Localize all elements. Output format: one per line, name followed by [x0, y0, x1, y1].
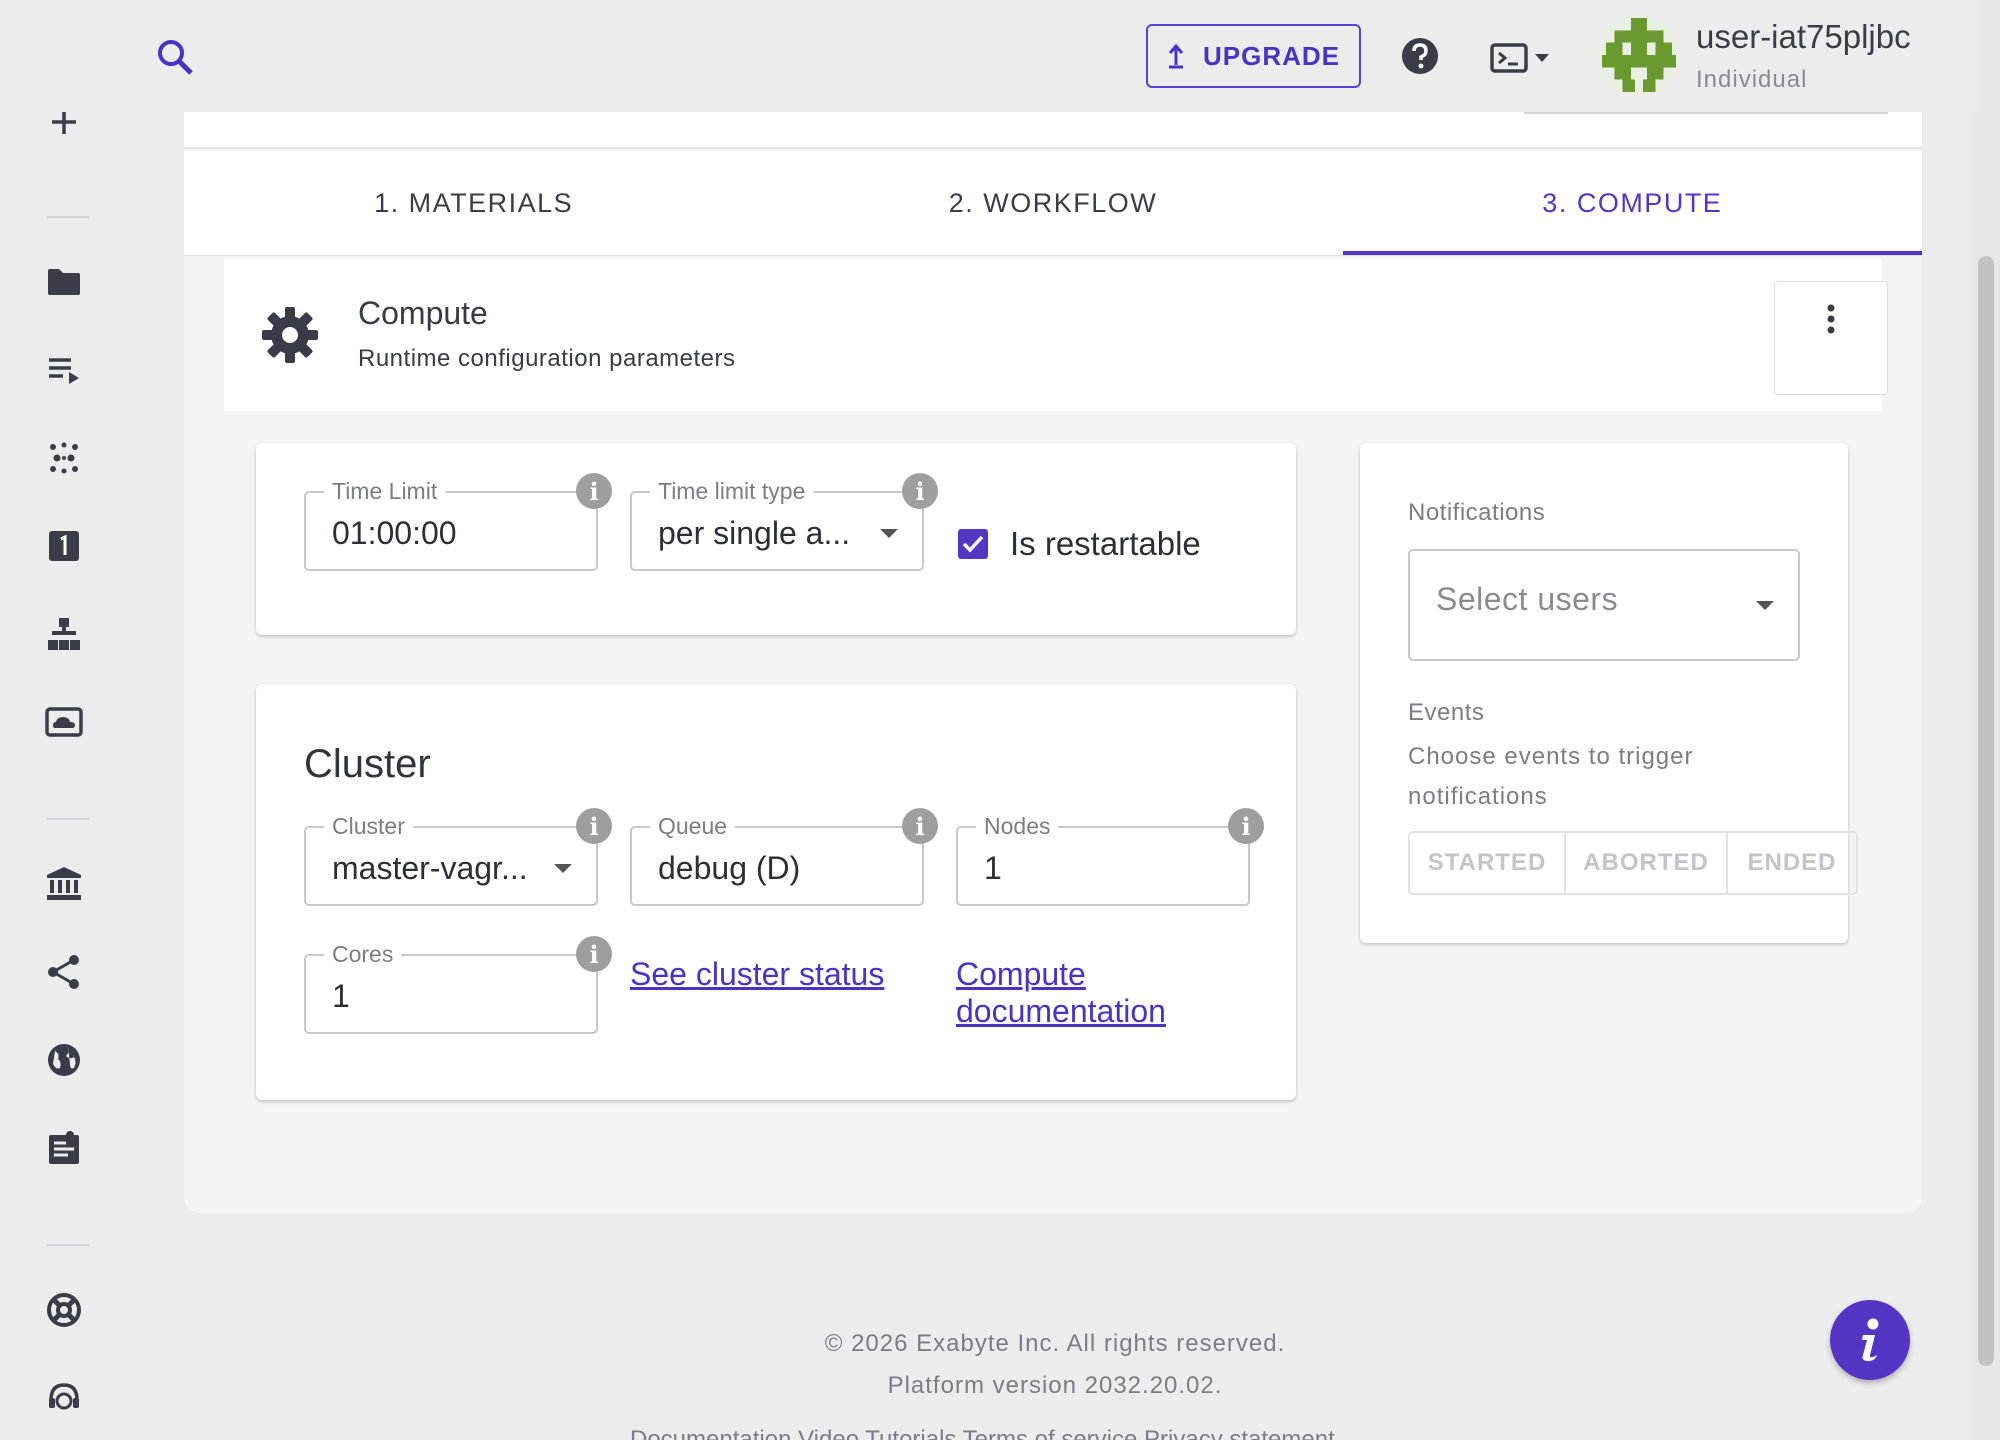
cloud-screen-icon[interactable] [40, 698, 88, 746]
time-limit-card: Time Limit 01:00:00 i Time limit type pe… [256, 443, 1296, 635]
is-restartable-checkbox[interactable] [958, 529, 988, 559]
step-tabs: 1. MATERIALS 2. WORKFLOW 3. COMPUTE [184, 151, 1923, 256]
more-options-button[interactable] [1774, 281, 1888, 395]
search-icon[interactable] [150, 32, 200, 82]
time-limit-field[interactable]: Time Limit 01:00:00 [304, 476, 598, 571]
cores-label: Cores [324, 939, 402, 969]
queue-field[interactable]: Queue debug (D) [630, 811, 924, 906]
username[interactable]: user-iat75pljbc [1696, 18, 1911, 56]
event-aborted-button[interactable]: ABORTED [1566, 833, 1728, 893]
info-icon[interactable]: i [1228, 808, 1264, 844]
compute-doc-line1: Compute [956, 956, 1086, 992]
share-icon[interactable] [40, 948, 88, 996]
event-ended-button[interactable]: ENDED [1728, 833, 1856, 893]
sidebar-divider [47, 1244, 89, 1246]
tab-compute[interactable]: 3. COMPUTE [1342, 151, 1923, 255]
nodes-label: Nodes [976, 811, 1059, 841]
compute-documentation-link[interactable]: Compute documentation [956, 956, 1166, 1030]
queue-value: debug (D) [658, 850, 801, 886]
notes-icon[interactable] [40, 1124, 88, 1172]
sitemap-icon[interactable] [40, 610, 88, 658]
notifications-label: Notifications [1408, 499, 1546, 526]
compute-title: Compute [358, 295, 488, 331]
queue-label: Queue [650, 811, 736, 841]
more-vert-icon [1827, 304, 1835, 394]
upgrade-label: UPGRADE [1202, 40, 1340, 71]
info-icon[interactable]: i [902, 473, 938, 509]
cores-value: 1 [332, 978, 350, 1014]
dropdown-caret-icon [1756, 601, 1774, 610]
time-limit-value: 01:00:00 [332, 515, 457, 551]
one-icon[interactable] [40, 522, 88, 570]
tab-materials[interactable]: 1. MATERIALS [184, 151, 763, 255]
tab-workflow[interactable]: 2. WORKFLOW [763, 151, 1342, 255]
footer-links[interactable]: Documentation Video Tutorials Terms of s… [630, 1426, 1335, 1440]
globe-icon[interactable] [40, 1036, 88, 1084]
bank-icon[interactable] [40, 860, 88, 908]
cluster-label: Cluster [324, 811, 413, 841]
compute-header: Compute Runtime configuration parameters [224, 259, 1888, 411]
see-cluster-status-link[interactable]: See cluster status [630, 956, 884, 993]
cluster-card: Cluster Cluster master-vagr... i Queue d… [256, 684, 1296, 1100]
compute-doc-line2: documentation [956, 993, 1166, 1029]
time-limit-type-select[interactable]: Time limit type per single a... [630, 476, 924, 571]
select-users-placeholder: Select users [1436, 581, 1619, 617]
cluster-value: master-vagr... [332, 850, 528, 886]
top-bar: UPGRADE user-iat75pljbc Individual [0, 0, 1980, 112]
user-type: Individual [1696, 66, 1808, 93]
terminal-icon[interactable] [1490, 38, 1550, 78]
info-icon[interactable]: i [902, 808, 938, 844]
events-description: Choose events to trigger notifications [1408, 743, 1694, 810]
events-label: Events [1408, 699, 1485, 726]
compute-subtitle: Runtime configuration parameters [358, 345, 736, 372]
dropdown-caret-icon [880, 529, 898, 538]
main-panel: 1. MATERIALS 2. WORKFLOW 3. COMPUTE Comp… [184, 112, 1923, 1213]
event-button-group: STARTED ABORTED ENDED [1408, 831, 1858, 895]
footer-version: Platform version 2032.20.02. [887, 1372, 1223, 1399]
time-limit-label: Time Limit [324, 476, 446, 506]
select-users-dropdown[interactable]: Select users [1408, 549, 1800, 661]
info-icon[interactable]: i [576, 936, 612, 972]
sidebar-divider [47, 216, 89, 218]
is-restartable-label[interactable]: Is restartable [1010, 525, 1201, 563]
sidebar-divider [47, 818, 89, 820]
info-icon [1855, 1317, 1885, 1363]
playlist-icon[interactable] [40, 346, 88, 394]
time-limit-type-label: Time limit type [650, 476, 814, 506]
notifications-card: Notifications Select users Events Choose… [1360, 443, 1858, 943]
time-limit-type-value: per single a... [658, 515, 851, 551]
folder-icon[interactable] [40, 258, 88, 306]
info-icon[interactable]: i [576, 473, 612, 509]
event-started-button[interactable]: STARTED [1410, 833, 1566, 893]
upload-icon [1167, 43, 1185, 69]
left-sidebar [0, 0, 128, 1440]
cluster-title: Cluster [304, 742, 431, 786]
avatar[interactable] [1598, 14, 1680, 96]
footer-copyright: © 2026 Exabyte Inc. All rights reserved. [824, 1330, 1286, 1357]
nodes-value: 1 [984, 850, 1002, 886]
nodes-field[interactable]: Nodes 1 [956, 811, 1250, 906]
chevron-down-icon [1534, 53, 1550, 63]
info-fab-button[interactable] [1830, 1300, 1910, 1380]
cores-field[interactable]: Cores 1 [304, 939, 598, 1034]
lifebuoy-icon[interactable] [40, 1286, 88, 1334]
panel-top-strip [184, 112, 1922, 149]
gear-icon [260, 305, 320, 365]
scrollbar-thumb[interactable] [1978, 256, 1994, 1366]
upgrade-button[interactable]: UPGRADE [1146, 24, 1361, 88]
cluster-select[interactable]: Cluster master-vagr... [304, 811, 598, 906]
dots-grid-icon[interactable] [40, 434, 88, 482]
info-icon[interactable]: i [576, 808, 612, 844]
dropdown-caret-icon [554, 864, 572, 873]
help-icon[interactable] [1400, 36, 1440, 76]
